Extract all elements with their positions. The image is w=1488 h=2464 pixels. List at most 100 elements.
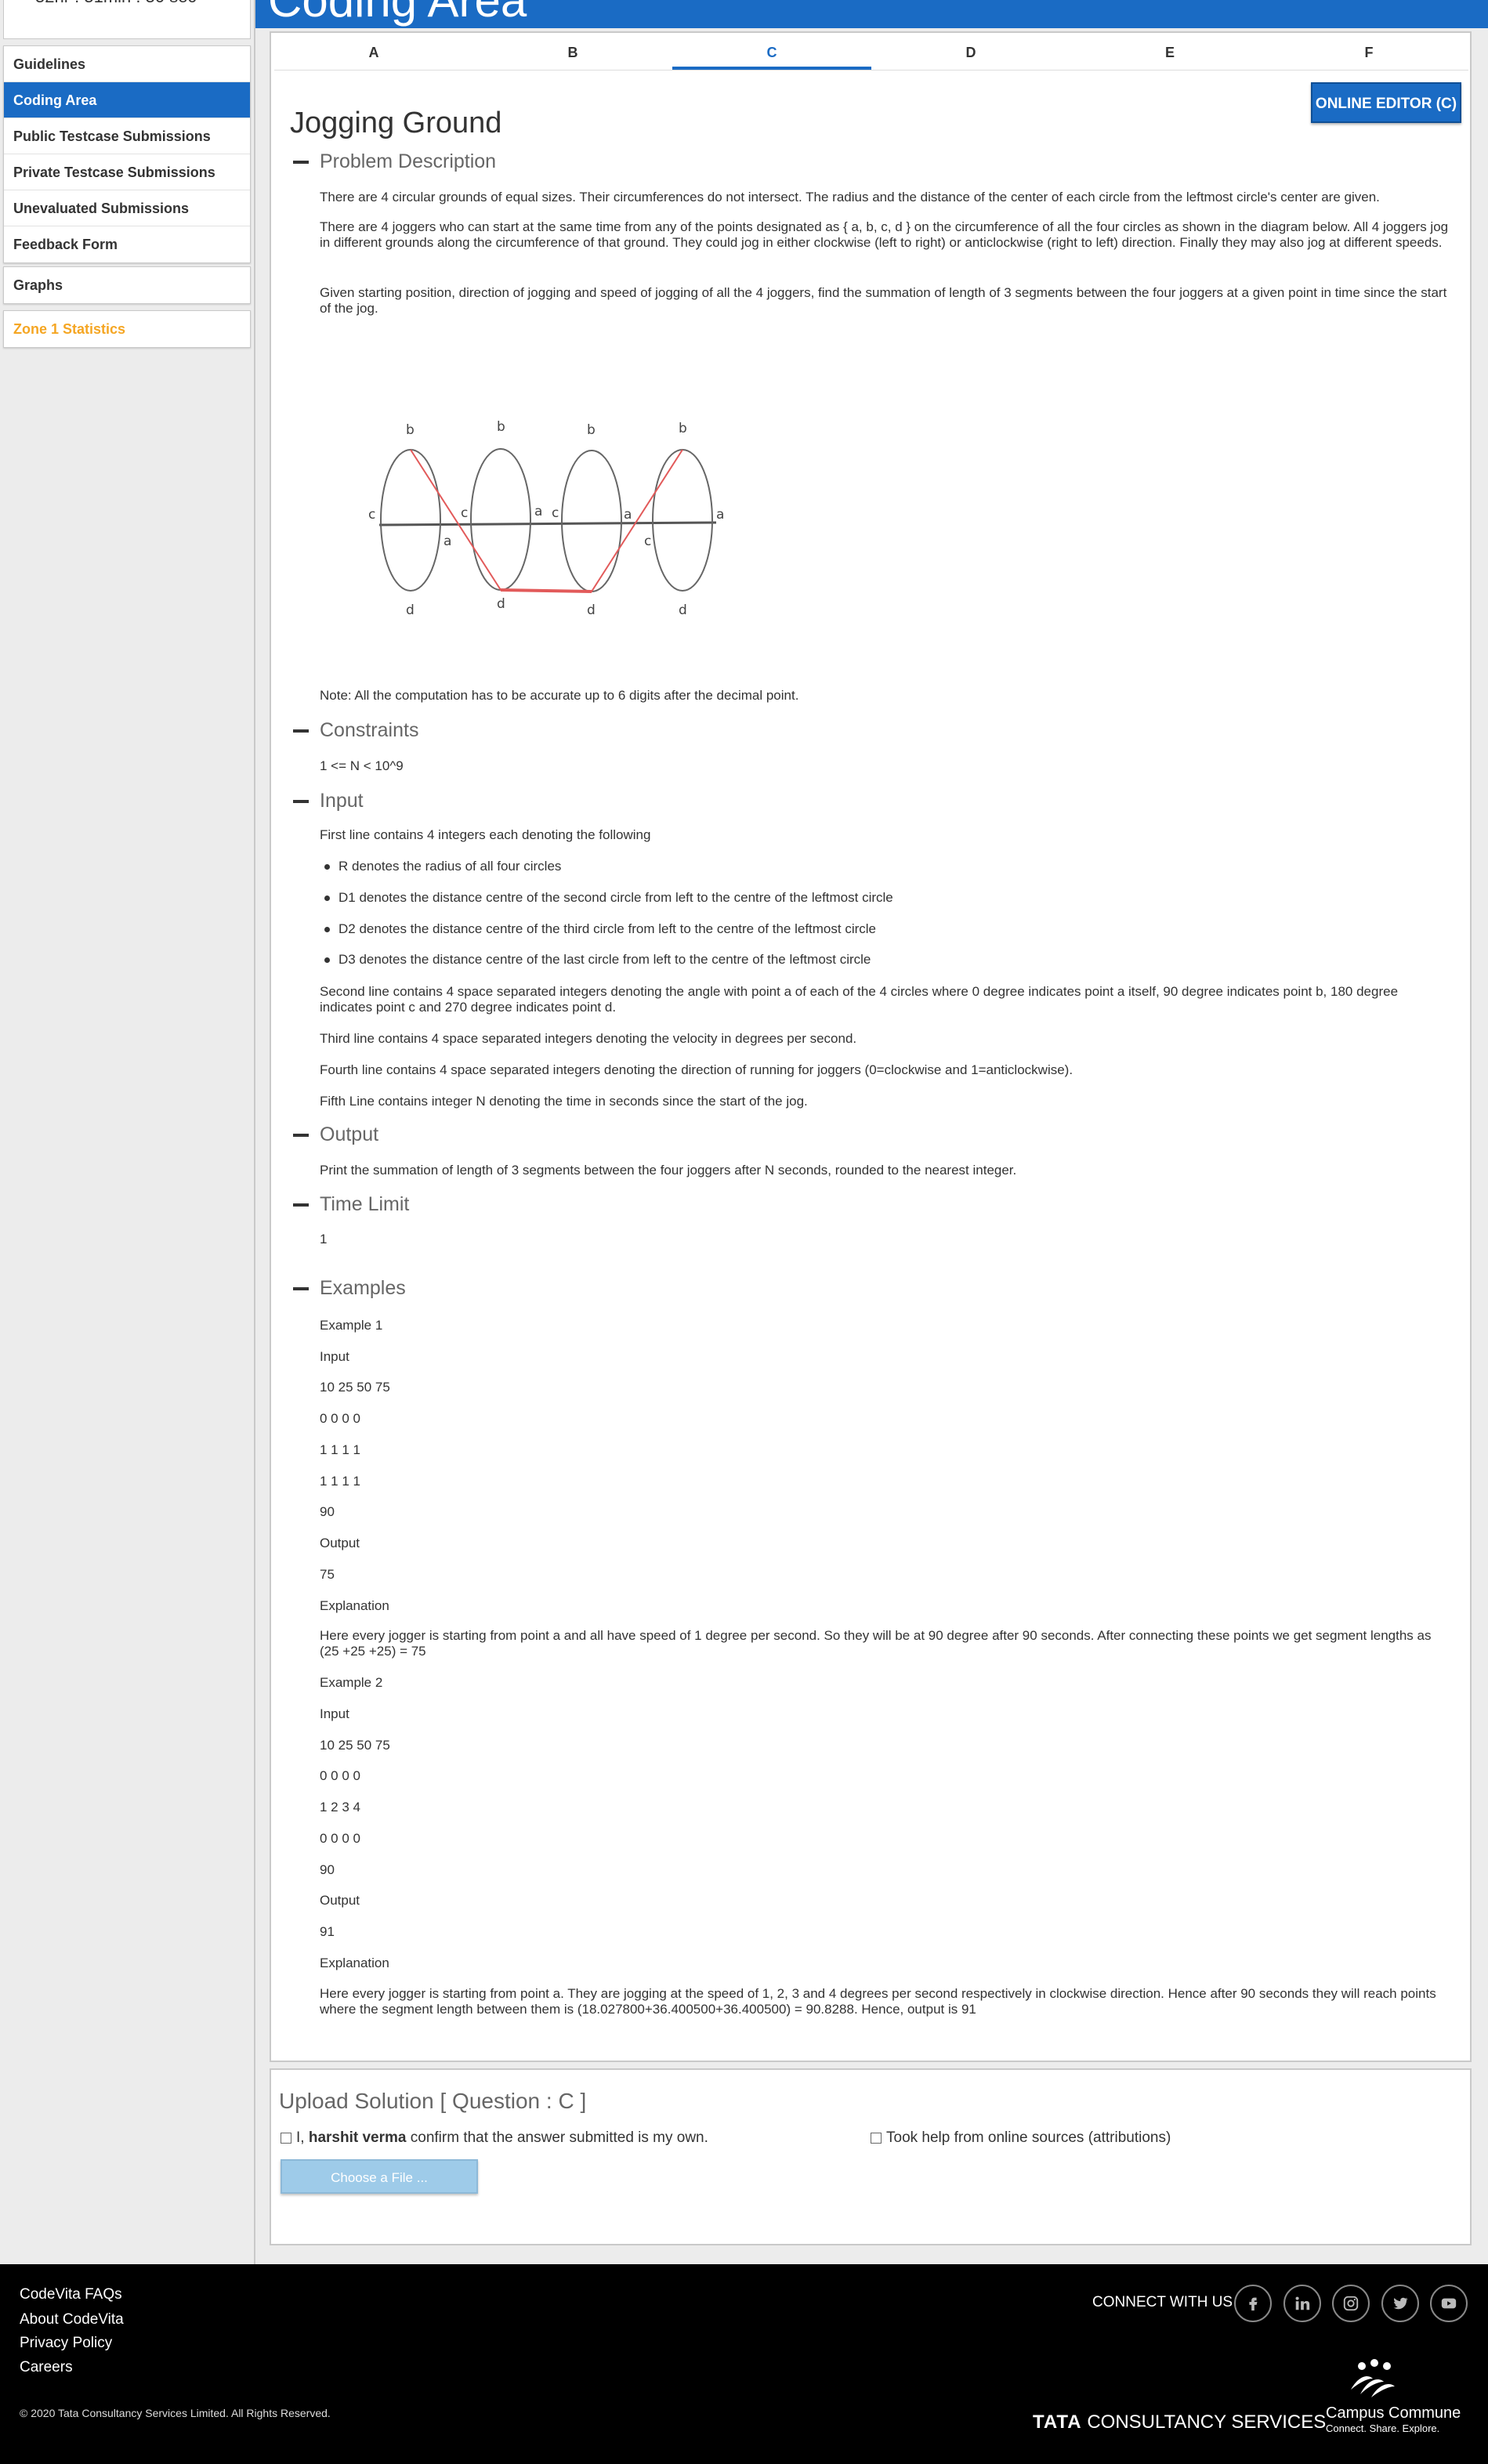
tab-f[interactable]: F bbox=[1269, 34, 1468, 70]
section-output-toggle[interactable]: Output bbox=[293, 1123, 378, 1146]
input-bullet: D1 denotes the distance centre of the se… bbox=[324, 890, 893, 905]
sidebar-item-public-testcase[interactable]: Public Testcase Submissions bbox=[4, 118, 250, 154]
example-1-input-label: Input bbox=[320, 1349, 349, 1364]
example-1-explanation: Here every jogger is starting from point… bbox=[320, 1628, 1432, 1659]
tab-c[interactable]: C bbox=[672, 34, 871, 70]
section-input-toggle[interactable]: Input bbox=[293, 790, 364, 812]
instagram-icon[interactable] bbox=[1332, 2285, 1370, 2322]
label-b-4: b bbox=[679, 421, 687, 436]
example-2-input-label: Input bbox=[320, 1706, 349, 1721]
tcs-logo-bold: TATA bbox=[1033, 2412, 1082, 2433]
time-limit-value: 1 bbox=[320, 1232, 328, 1246]
description-paragraph-1: There are 4 circular grounds of equal si… bbox=[320, 190, 1380, 204]
section-input-title: Input bbox=[320, 790, 364, 812]
sidebar-item-guidelines[interactable]: Guidelines bbox=[4, 46, 250, 82]
sidebar-item-coding-area[interactable]: Coding Area bbox=[4, 82, 250, 118]
sidebar-zone-group: Zone 1 Statistics bbox=[3, 310, 251, 348]
label-a-2: a bbox=[534, 504, 542, 519]
example-2-output-label: Output bbox=[320, 1893, 360, 1908]
sidebar-item-zone-statistics[interactable]: Zone 1 Statistics bbox=[4, 311, 250, 347]
footer-link-careers[interactable]: Careers bbox=[20, 2359, 73, 2376]
tab-e[interactable]: E bbox=[1070, 34, 1269, 70]
example-1-input-line: 0 0 0 0 bbox=[320, 1411, 360, 1426]
online-editor-button[interactable]: ONLINE EDITOR (C) bbox=[1311, 82, 1461, 123]
collapse-icon bbox=[293, 729, 309, 733]
section-time-limit-title: Time Limit bbox=[320, 1193, 410, 1215]
tcs-logo-rest: CONSULTANCY SERVICES bbox=[1087, 2412, 1327, 2433]
label-c-1: c bbox=[368, 507, 375, 523]
example-1-input-line: 10 25 50 75 bbox=[320, 1380, 390, 1395]
section-constraints-toggle[interactable]: Constraints bbox=[293, 719, 418, 742]
collapse-icon bbox=[293, 1286, 309, 1290]
upload-title: Upload Solution [ Question : C ] bbox=[279, 2089, 587, 2113]
youtube-icon[interactable] bbox=[1430, 2285, 1468, 2322]
help-label: Took help from online sources (attributi… bbox=[886, 2129, 1171, 2146]
confirm-suffix: confirm that the answer submitted is my … bbox=[410, 2129, 708, 2146]
section-examples-toggle[interactable]: Examples bbox=[293, 1277, 406, 1300]
campus-commune-tagline: Connect. Share. Explore. bbox=[1326, 2422, 1440, 2434]
example-2-input-line: 0 0 0 0 bbox=[320, 1768, 360, 1783]
input-line-2: Second line contains 4 space separated i… bbox=[320, 984, 1399, 1015]
label-c-2: c bbox=[461, 505, 468, 521]
confirm-label: I, harshit verma confirm that the answer… bbox=[296, 2129, 708, 2147]
user-name: harshit verma bbox=[308, 2129, 407, 2146]
label-c-4: c bbox=[644, 534, 651, 549]
constraint-text: 1 <= N < 10^9 bbox=[320, 758, 404, 773]
label-b-3: b bbox=[587, 422, 596, 438]
example-1-output-label: Output bbox=[320, 1536, 360, 1550]
campus-commune-icon bbox=[1351, 2359, 1395, 2397]
tab-a[interactable]: A bbox=[274, 34, 473, 70]
description-paragraph-3: Given starting position, direction of jo… bbox=[320, 285, 1447, 316]
problem-title: Jogging Ground bbox=[290, 107, 502, 139]
tab-b[interactable]: B bbox=[473, 34, 672, 70]
problem-panel bbox=[270, 31, 1472, 2062]
label-b-2: b bbox=[497, 419, 505, 435]
sidebar-graphs-group: Graphs bbox=[3, 266, 251, 304]
sidebar-item-unevaluated[interactable]: Unevaluated Submissions bbox=[4, 190, 250, 226]
input-line-3: Third line contains 4 space separated in… bbox=[320, 1031, 857, 1046]
label-d-4: d bbox=[679, 602, 687, 618]
section-examples-title: Examples bbox=[320, 1277, 406, 1299]
choose-file-button[interactable]: Choose a File ... bbox=[281, 2159, 478, 2194]
section-description-toggle[interactable]: Problem Description bbox=[293, 150, 496, 173]
example-2-output: 91 bbox=[320, 1924, 335, 1939]
sidebar-item-private-testcase[interactable]: Private Testcase Submissions bbox=[4, 154, 250, 190]
label-a-1: a bbox=[444, 534, 451, 549]
twitter-icon[interactable] bbox=[1381, 2285, 1419, 2322]
linkedin-icon[interactable] bbox=[1283, 2285, 1321, 2322]
question-tabs: A B C D E F bbox=[274, 34, 1468, 71]
example-2-input-line: 0 0 0 0 bbox=[320, 1831, 360, 1846]
example-2-input-line: 10 25 50 75 bbox=[320, 1738, 390, 1753]
collapse-icon bbox=[293, 1203, 309, 1207]
example-2-explanation-label: Explanation bbox=[320, 1956, 389, 1970]
sidebar-item-feedback[interactable]: Feedback Form bbox=[4, 226, 250, 262]
input-bullet: D2 denotes the distance centre of the th… bbox=[324, 921, 877, 936]
example-2-explanation: Here every jogger is starting from point… bbox=[320, 1986, 1436, 2017]
sidebar-item-graphs[interactable]: Graphs bbox=[4, 267, 250, 303]
footer-link-privacy[interactable]: Privacy Policy bbox=[20, 2335, 112, 2352]
label-c-3: c bbox=[552, 505, 559, 521]
description-paragraph-2: There are 4 joggers who can start at the… bbox=[320, 219, 1449, 250]
sidebar: 52hr : 51min : 50 sec Guidelines Coding … bbox=[0, 0, 255, 2264]
example-1-input-line: 1 1 1 1 bbox=[320, 1442, 360, 1457]
input-line-4: Fourth line contains 4 space separated i… bbox=[320, 1062, 1073, 1077]
example-1-output: 75 bbox=[320, 1567, 335, 1582]
label-d-3: d bbox=[587, 602, 596, 618]
campus-commune-logo: Campus Commune Connect. Share. Explore. bbox=[1326, 2358, 1461, 2434]
example-2-title: Example 2 bbox=[320, 1675, 383, 1690]
tab-d[interactable]: D bbox=[871, 34, 1070, 70]
footer-link-faqs[interactable]: CodeVita FAQs bbox=[20, 2286, 122, 2303]
section-time-limit-toggle[interactable]: Time Limit bbox=[293, 1193, 409, 1216]
help-checkbox[interactable] bbox=[871, 2133, 882, 2144]
label-d-1: d bbox=[406, 602, 415, 618]
facebook-icon[interactable] bbox=[1234, 2285, 1272, 2322]
header-bar: Coding Area bbox=[255, 0, 1488, 28]
sidebar-menu: Guidelines Coding Area Public Testcase S… bbox=[3, 45, 251, 263]
confirm-prefix: I, bbox=[296, 2129, 305, 2146]
campus-commune-name: Campus Commune bbox=[1326, 2404, 1461, 2422]
circles-diagram: b b b b c c c c a a a a d d d d bbox=[368, 419, 724, 618]
confirm-checkbox[interactable] bbox=[281, 2133, 291, 2144]
example-1-title: Example 1 bbox=[320, 1318, 383, 1333]
timer-box: 52hr : 51min : 50 sec bbox=[3, 0, 251, 39]
footer-link-about[interactable]: About CodeVita bbox=[20, 2311, 124, 2328]
